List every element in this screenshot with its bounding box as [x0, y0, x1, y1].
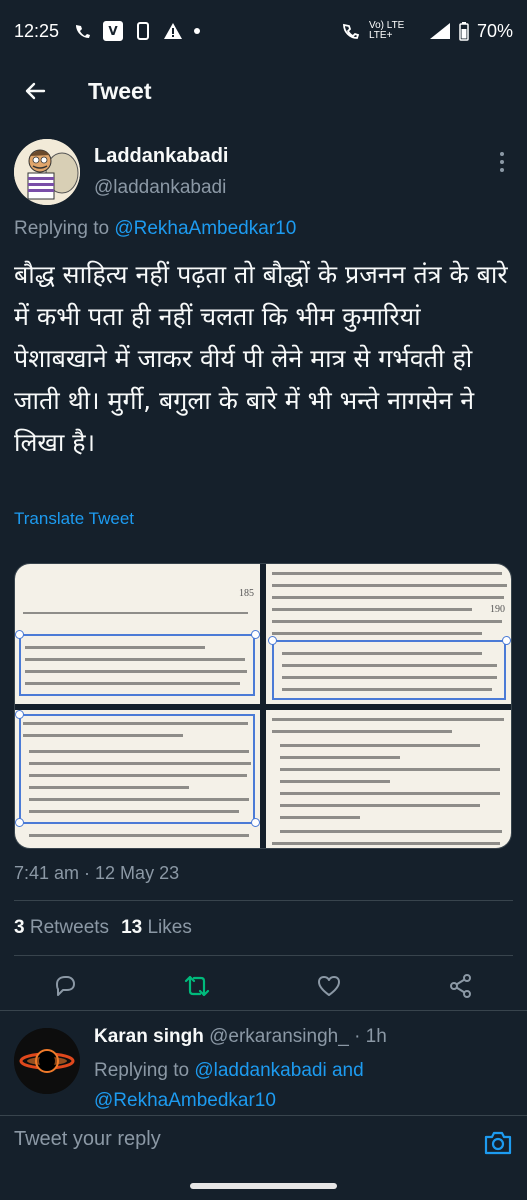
camera-button[interactable]: [483, 1128, 513, 1158]
network-type: Vo) LTE LTE+: [368, 20, 405, 41]
system-icons: Vo) LTE LTE+ 70%: [341, 21, 513, 42]
reply-author-avatar[interactable]: [14, 1028, 80, 1094]
reply-author-name: Karan singh: [94, 1026, 204, 1047]
warning-icon: [164, 23, 183, 39]
likes-stat[interactable]: 13 Likes: [121, 917, 192, 939]
app-v-icon: V: [103, 21, 124, 41]
black-hole-avatar-icon: [14, 1028, 80, 1094]
author-avatar[interactable]: [14, 139, 80, 205]
battery-level: 70%: [476, 20, 513, 41]
replying-mention[interactable]: @RekhaAmbedkar10: [114, 218, 296, 239]
phone-sync-icon: [137, 22, 150, 40]
media-image-1[interactable]: 185: [15, 564, 260, 704]
tweet-media[interactable]: 185 190: [14, 563, 512, 849]
like-button[interactable]: [315, 972, 343, 1000]
tweet-stats: 3 Retweets 13 Likes: [14, 917, 192, 939]
reply-button[interactable]: [51, 972, 79, 1000]
more-options-button[interactable]: [494, 151, 510, 173]
more-vertical-icon: [500, 152, 504, 172]
gesture-nav-handle[interactable]: [190, 1183, 337, 1189]
tweet-timestamp: 7:41 am · 12 May 23: [14, 863, 180, 883]
retweet-icon: [184, 975, 210, 997]
tweet-author: Laddankabadi @laddankabadi: [14, 135, 514, 215]
reply-icon: [56, 976, 75, 996]
reply-tweet[interactable]: Karan singh @erkaransingh_ · 1h Replying…: [14, 1024, 519, 1114]
retweets-stat[interactable]: 3 Retweets: [14, 917, 109, 939]
status-time: 12:25: [14, 20, 60, 41]
reply-and-label: and: [331, 1060, 364, 1081]
reply-author-handle: @erkaransingh_ · 1h: [209, 1026, 387, 1047]
camera-icon: [484, 1131, 512, 1155]
reply-replying-to: Replying to @laddankabadi and @RekhaAmbe…: [94, 1056, 514, 1116]
back-button[interactable]: [20, 76, 50, 106]
media-page-number-2: 190: [490, 604, 505, 615]
retweets-label: Retweets: [29, 917, 110, 938]
divider: [14, 955, 513, 956]
heart-icon: [318, 976, 340, 996]
divider: [14, 900, 513, 901]
share-button[interactable]: [447, 972, 475, 1000]
likes-label: Likes: [147, 917, 192, 938]
replying-to: Replying to @RekhaAmbedkar10: [14, 218, 296, 240]
retweets-count: 3: [14, 917, 25, 938]
tweet-actions: [0, 962, 527, 1010]
status-bar: 12:25 V Vo) LTE LTE+ 70%: [0, 0, 527, 62]
divider: [0, 1010, 527, 1011]
retweet-button[interactable]: [183, 972, 211, 1000]
media-image-4[interactable]: [266, 710, 511, 848]
missed-call-icon: [76, 25, 91, 38]
signal-icon: [429, 23, 450, 39]
arrow-left-icon: [25, 82, 46, 100]
cartoon-avatar-icon: [14, 139, 80, 205]
replying-prefix: Replying to: [14, 218, 110, 239]
battery-icon: [459, 22, 469, 41]
app-bar: Tweet: [0, 62, 527, 120]
reply-input[interactable]: Tweet your reply: [14, 1128, 161, 1151]
reply-replying-prefix: Replying to: [94, 1060, 190, 1081]
dot-icon: [194, 28, 201, 34]
reply-mention-1[interactable]: @laddankabadi: [194, 1060, 326, 1081]
author-name[interactable]: Laddankabadi: [94, 145, 228, 168]
page-title: Tweet: [88, 77, 152, 104]
reply-author[interactable]: Karan singh @erkaransingh_ · 1h: [94, 1026, 387, 1048]
notification-icons: V: [73, 21, 201, 41]
wifi-calling-icon: [343, 23, 360, 39]
likes-count: 13: [121, 917, 143, 938]
author-handle[interactable]: @laddankabadi: [94, 177, 226, 199]
reply-mention-2[interactable]: @RekhaAmbedkar10: [94, 1090, 276, 1111]
tweet-text: बौद्ध साहित्य नहीं पढ़ता तो बौद्धों के प…: [14, 260, 508, 457]
media-image-2[interactable]: 190: [266, 564, 511, 704]
translate-tweet-link[interactable]: Translate Tweet: [14, 509, 134, 529]
share-icon: [450, 974, 471, 998]
reply-composer: Tweet your reply: [0, 1115, 527, 1175]
media-image-3[interactable]: [15, 710, 260, 848]
media-page-number-1: 185: [239, 588, 254, 599]
